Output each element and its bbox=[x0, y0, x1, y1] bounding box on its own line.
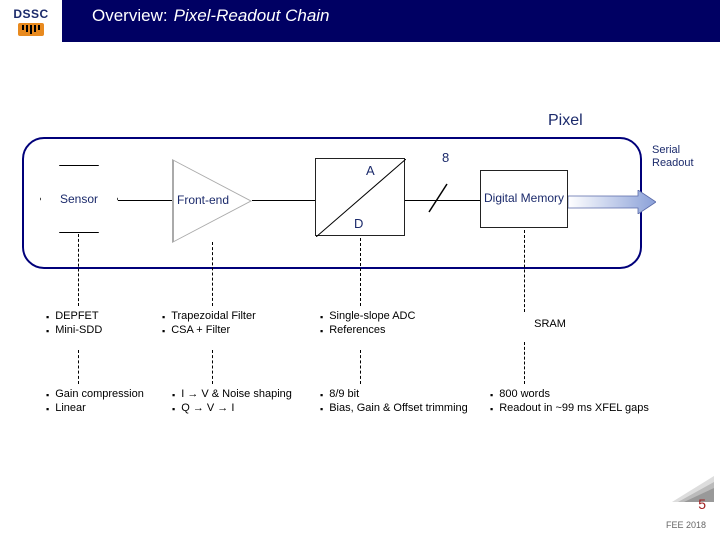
logo: DSSC bbox=[0, 0, 62, 42]
list-item: DEPFET bbox=[46, 310, 156, 322]
adc-notes-2: 8/9 bit Bias, Gain & Offset trimming bbox=[320, 388, 470, 416]
list-item: I → V & Noise shaping bbox=[172, 388, 302, 400]
page-curl-icon bbox=[672, 476, 714, 502]
logo-icon bbox=[18, 23, 44, 36]
title-emphasis: Pixel-Readout Chain bbox=[174, 6, 330, 26]
wire bbox=[252, 200, 315, 201]
diagram-stage: Pixel Sensor Front-end A D 8 Digital Mem… bbox=[0, 42, 720, 540]
adc-notes-1: Single-slope ADC References bbox=[320, 310, 470, 338]
adc-d-label: D bbox=[354, 216, 363, 231]
list-item: Readout in ~99 ms XFEL gaps bbox=[490, 402, 660, 414]
page-title: Overview: Pixel-Readout Chain bbox=[62, 0, 330, 42]
list-item: 800 words bbox=[490, 388, 660, 400]
logo-text: DSSC bbox=[13, 7, 48, 21]
sensor-notes-2: Gain compression Linear bbox=[46, 388, 166, 416]
sram-label: SRAM bbox=[490, 318, 610, 330]
dashed-line bbox=[524, 342, 525, 384]
memory-notes-1: SRAM bbox=[490, 318, 610, 330]
dashed-line bbox=[360, 350, 361, 384]
list-item: 8/9 bit bbox=[320, 388, 470, 400]
pixel-label: Pixel bbox=[548, 112, 583, 130]
dashed-line bbox=[360, 238, 361, 306]
frontend-label: Front-end bbox=[177, 193, 229, 207]
frontend-notes-1: Trapezoidal Filter CSA + Filter bbox=[162, 310, 302, 338]
memory-label: Digital Memory bbox=[484, 191, 564, 207]
list-item: Linear bbox=[46, 402, 166, 414]
list-item: CSA + Filter bbox=[162, 324, 302, 336]
bus-slash-icon bbox=[423, 178, 453, 218]
list-item: Single-slope ADC bbox=[320, 310, 470, 322]
dashed-line bbox=[212, 242, 213, 306]
adc-block: A D bbox=[315, 158, 405, 236]
serial-readout-label: Serial Readout bbox=[652, 144, 720, 170]
list-item: Mini-SDD bbox=[46, 324, 156, 336]
list-item: Q → V → I bbox=[172, 402, 302, 414]
list-item: References bbox=[320, 324, 470, 336]
memory-notes-2: 800 words Readout in ~99 ms XFEL gaps bbox=[490, 388, 660, 416]
footer-tag: FEE 2018 bbox=[666, 520, 706, 530]
sensor-block: Sensor bbox=[40, 165, 118, 233]
sensor-label: Sensor bbox=[60, 192, 98, 206]
adc-a-label: A bbox=[366, 163, 375, 178]
arrow-out-icon bbox=[568, 190, 656, 214]
dashed-line bbox=[78, 234, 79, 306]
dashed-line bbox=[524, 230, 525, 312]
sensor-notes-1: DEPFET Mini-SDD bbox=[46, 310, 156, 338]
dashed-line bbox=[78, 350, 79, 384]
header-bar: DSSC Overview: Pixel-Readout Chain bbox=[0, 0, 720, 42]
page-number: 5 bbox=[698, 496, 706, 512]
frontend-notes-2: I → V & Noise shaping Q → V → I bbox=[172, 388, 302, 416]
bus-width: 8 bbox=[442, 150, 449, 165]
title-prefix: Overview: bbox=[92, 6, 168, 26]
memory-block: Digital Memory bbox=[480, 170, 568, 228]
list-item: Gain compression bbox=[46, 388, 166, 400]
dashed-line bbox=[212, 350, 213, 384]
list-item: Trapezoidal Filter bbox=[162, 310, 302, 322]
list-item: Bias, Gain & Offset trimming bbox=[320, 402, 470, 414]
wire bbox=[118, 200, 172, 201]
